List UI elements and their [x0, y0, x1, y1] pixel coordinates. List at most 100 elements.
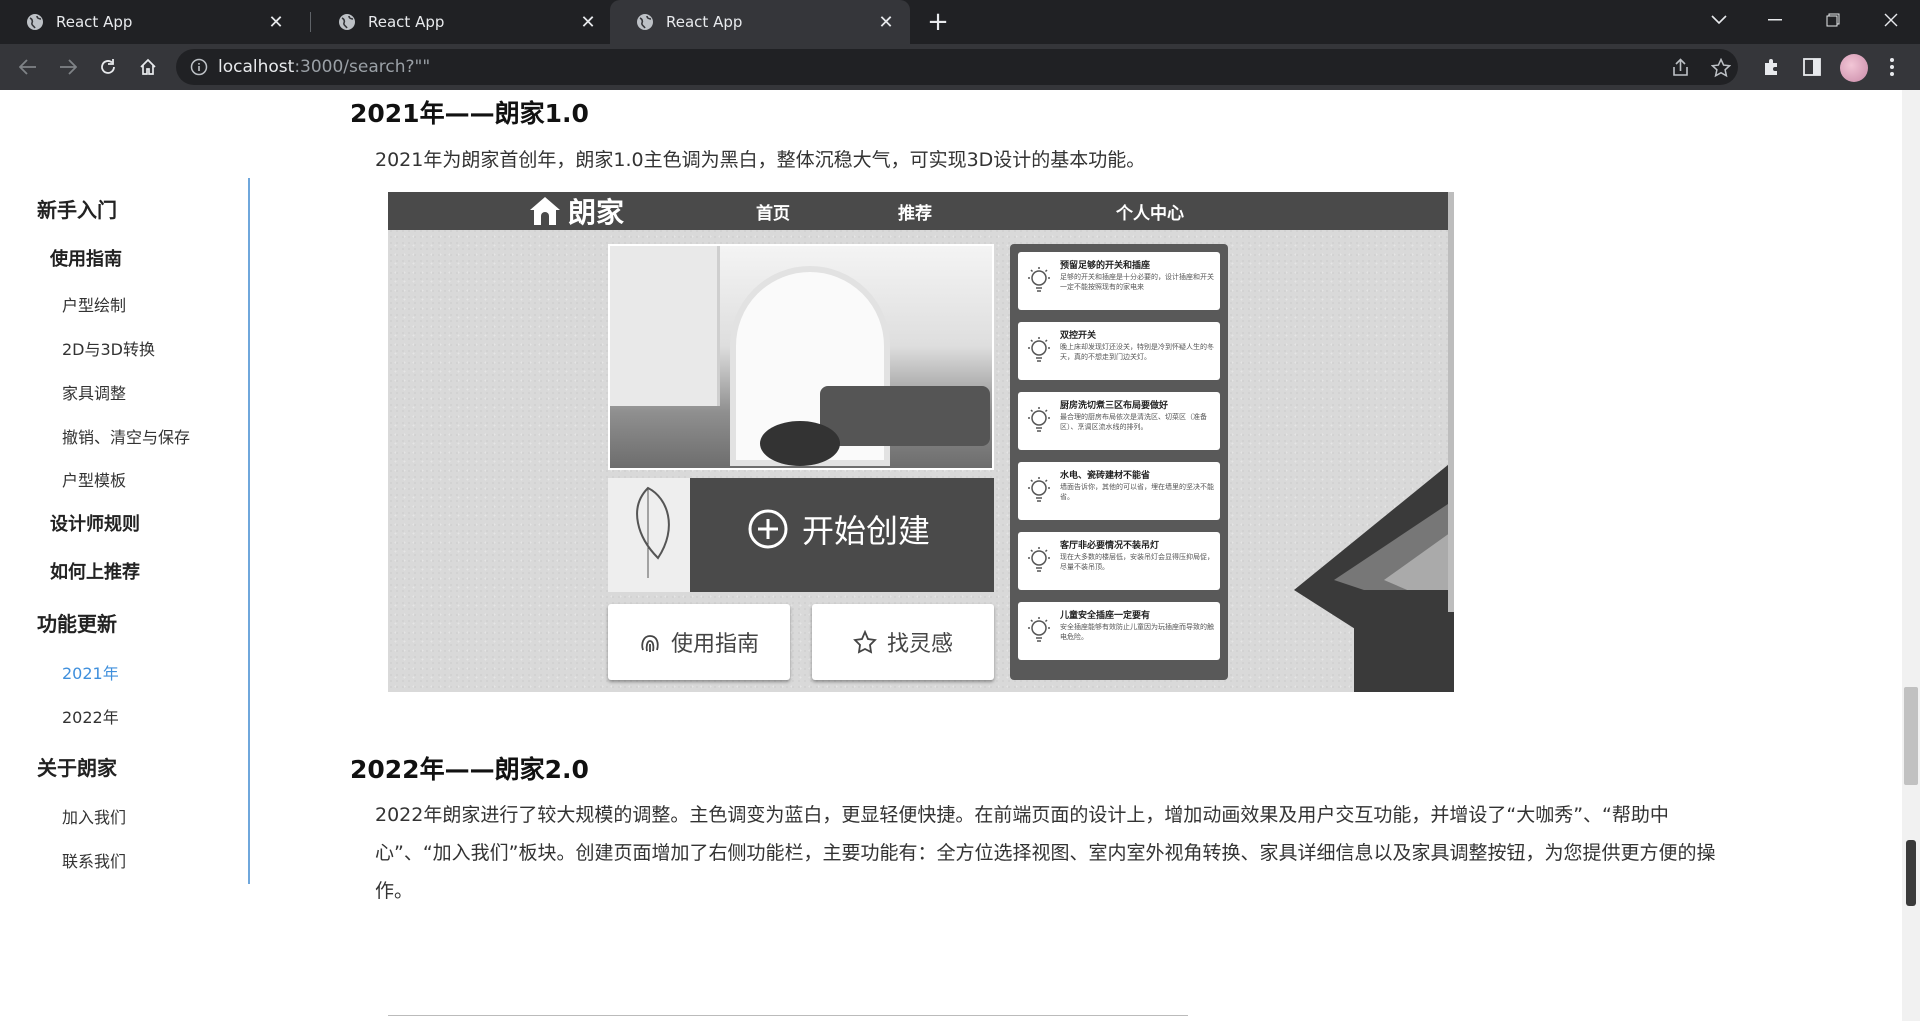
mock-tip-title: 双控开关 [1060, 331, 1097, 341]
mock-inspiration-button: 找灵感 [812, 604, 994, 680]
mock-nav-recommend: 推荐 [898, 203, 932, 224]
mock-tip-title: 预留足够的开关和插座 [1060, 261, 1151, 271]
sidebar-item-join-us[interactable]: 加入我们 [62, 804, 126, 828]
mock-tip-title: 客厅非必要情况不装吊灯 [1060, 541, 1160, 551]
next-image-edge [388, 1015, 1188, 1016]
section-desc-2022: 2022年朗家进行了较大规模的调整。主色调变为蓝白，更显轻便快捷。在前端页面的设… [375, 804, 1716, 902]
lightbulb-icon [1028, 337, 1050, 362]
close-icon[interactable]: ✕ [578, 12, 598, 33]
globe-icon [27, 14, 43, 30]
mock-tip-title: 厨房洗切煮三区布局要做好 [1060, 401, 1169, 411]
langjia-v1-screenshot: 朗家 首页 推荐 个人中心 开始创建 使用指南 找灵感 预留足够的开关和插座 足… [388, 192, 1454, 692]
star-icon[interactable] [1710, 57, 1732, 79]
sidebar-item-user-guide[interactable]: 使用指南 [50, 245, 122, 271]
lightbulb-icon [1028, 267, 1050, 292]
browser-tab-active[interactable]: React App ✕ [610, 0, 910, 44]
tab-title: React App [56, 13, 133, 31]
reload-icon[interactable] [92, 51, 124, 83]
mock-guide-button: 使用指南 [608, 604, 790, 680]
mock-brand: 朗家 [528, 192, 624, 230]
url-text[interactable]: localhost:3000/search?"" [218, 57, 430, 77]
lightbulb-icon [1028, 407, 1050, 432]
section-title-2022: 2022年——朗家2.0 [350, 755, 589, 784]
mock-photo-wardrobe [610, 246, 720, 406]
mock-tip-desc: 现在大多数的楼层低，安装吊灯会显得压抑局促，尽量不装吊顶。 [1060, 553, 1214, 571]
back-icon[interactable] [12, 51, 44, 83]
mock-tip-title: 水电、瓷砖建材不能省 [1060, 471, 1151, 481]
mock-create-text: 开始创建 [802, 512, 931, 550]
mock-tip-desc: 足够的开关和插座是十分必要的，设计插座和开关一定不能按照现有的家电来 [1060, 273, 1214, 291]
mock-photo-pouf [760, 421, 840, 466]
sidebar-item-undo-clear-save[interactable]: 撤销、清空与保存 [62, 424, 190, 448]
extensions-icon[interactable] [1760, 55, 1784, 79]
minimize-icon[interactable] [1752, 0, 1798, 40]
mock-tip-desc: 最合理的厨房布局依次是清洗区、切菜区（准备区）、烹调区流水线的排列。 [1060, 413, 1207, 431]
profile-avatar[interactable] [1840, 54, 1868, 82]
house-logo-icon [530, 197, 560, 225]
sidebar-item-2d-3d[interactable]: 2D与3D转换 [62, 336, 155, 360]
browser-tab[interactable]: React App ✕ [312, 0, 612, 44]
close-icon[interactable]: ✕ [876, 12, 896, 33]
sidebar-item-floorplan-draw[interactable]: 户型绘制 [62, 292, 126, 316]
new-tab-plus-icon[interactable]: + [922, 6, 954, 38]
url-path: :3000/search?"" [294, 57, 431, 77]
mock-leaf-art [608, 478, 690, 592]
mock-nav-home: 首页 [756, 203, 790, 224]
section-title-2021: 2021年——朗家1.0 [350, 99, 589, 128]
mock-tip-title: 儿童安全插座一定要有 [1060, 611, 1151, 621]
sidebar-item-getting-started[interactable]: 新手入门 [37, 194, 117, 223]
mock-tip-card: 客厅非必要情况不装吊灯 现在大多数的楼层低，安装吊灯会显得压抑局促，尽量不装吊顶… [1018, 532, 1220, 590]
mock-tip-card: 儿童安全插座一定要有 安全插座能够有效防止儿童因为玩插座而导致的触电危险。 [1018, 602, 1220, 660]
tab-title: React App [368, 13, 445, 31]
sidebar-item-feature-updates[interactable]: 功能更新 [37, 608, 117, 637]
restore-icon[interactable] [1810, 0, 1856, 40]
mock-photo-sofa [820, 386, 990, 446]
mock-tips-panel: 预留足够的开关和插座 足够的开关和插座是十分必要的，设计插座和开关一定不能按照现… [1010, 244, 1228, 680]
sparkle-star-icon [853, 630, 877, 654]
url-host: localhost [218, 57, 295, 77]
sidebar-item-designer-rules[interactable]: 设计师规则 [50, 510, 140, 536]
mock-tip-card: 厨房洗切煮三区布局要做好 最合理的厨房布局依次是清洗区、切菜区（准备区）、烹调区… [1018, 392, 1220, 450]
sidebar-item-contact-us[interactable]: 联系我们 [62, 848, 126, 872]
mock-nav-profile: 个人中心 [1116, 203, 1184, 224]
info-icon[interactable] [190, 58, 208, 76]
mock-tip-card: 双控开关 晚上床却发现灯还没关，特别是冷到怀疑人生的冬天，真的不想走到门边关灯。 [1018, 322, 1220, 380]
tab-search-chevron-icon[interactable] [1696, 0, 1742, 40]
globe-icon [339, 14, 355, 30]
mock-create-panel: 开始创建 [608, 478, 994, 592]
page-viewport: 新手入门 使用指南 户型绘制 2D与3D转换 家具调整 撤销、清空与保存 户型模… [0, 90, 1902, 1021]
share-icon[interactable] [1670, 57, 1692, 79]
sidepanel-icon[interactable] [1800, 55, 1824, 79]
mock-navbar: 朗家 首页 推荐 个人中心 [388, 192, 1454, 230]
mock-tip-desc: 安全插座能够有效防止儿童因为玩插座而导致的触电危险。 [1060, 623, 1214, 641]
mock-room-photo [608, 244, 994, 470]
fingerprint-icon [641, 635, 659, 652]
forward-icon[interactable] [52, 51, 84, 83]
menu-icon[interactable] [1880, 55, 1904, 79]
page-scrollbar[interactable] [1902, 90, 1920, 1021]
home-icon[interactable] [132, 51, 164, 83]
mock-tip-desc: 墙面告诉你，其他的可以省，埋在墙里的坚决不能省。 [1060, 483, 1214, 501]
lightbulb-icon [1028, 547, 1050, 572]
tab-divider [310, 12, 311, 32]
sidebar-item-2022[interactable]: 2022年 [62, 704, 119, 728]
mock-scrollbar [1448, 192, 1454, 612]
address-bar[interactable]: localhost:3000/search?"" [176, 49, 1738, 85]
mock-brand-name: 朗家 [568, 196, 625, 229]
mock-inspiration-label: 找灵感 [886, 632, 953, 657]
window-close-icon[interactable] [1868, 0, 1914, 40]
close-icon[interactable]: ✕ [266, 12, 286, 33]
sidebar-item-about[interactable]: 关于朗家 [37, 752, 117, 781]
sidebar-item-how-to-recommend[interactable]: 如何上推荐 [50, 558, 140, 584]
sidebar-item-2021[interactable]: 2021年 [62, 660, 119, 684]
lightbulb-icon [1028, 617, 1050, 642]
lightbulb-icon [1028, 477, 1050, 502]
tab-title: React App [666, 13, 743, 31]
side-widget[interactable] [1906, 840, 1916, 906]
scrollbar-thumb[interactable] [1904, 687, 1918, 785]
sidebar-item-floorplan-templates[interactable]: 户型模板 [62, 467, 126, 491]
globe-icon [637, 14, 653, 30]
sidebar-item-furniture-adjust[interactable]: 家具调整 [62, 380, 126, 404]
browser-tab[interactable]: React App ✕ [0, 0, 300, 44]
mock-tip-card: 预留足够的开关和插座 足够的开关和插座是十分必要的，设计插座和开关一定不能按照现… [1018, 252, 1220, 310]
